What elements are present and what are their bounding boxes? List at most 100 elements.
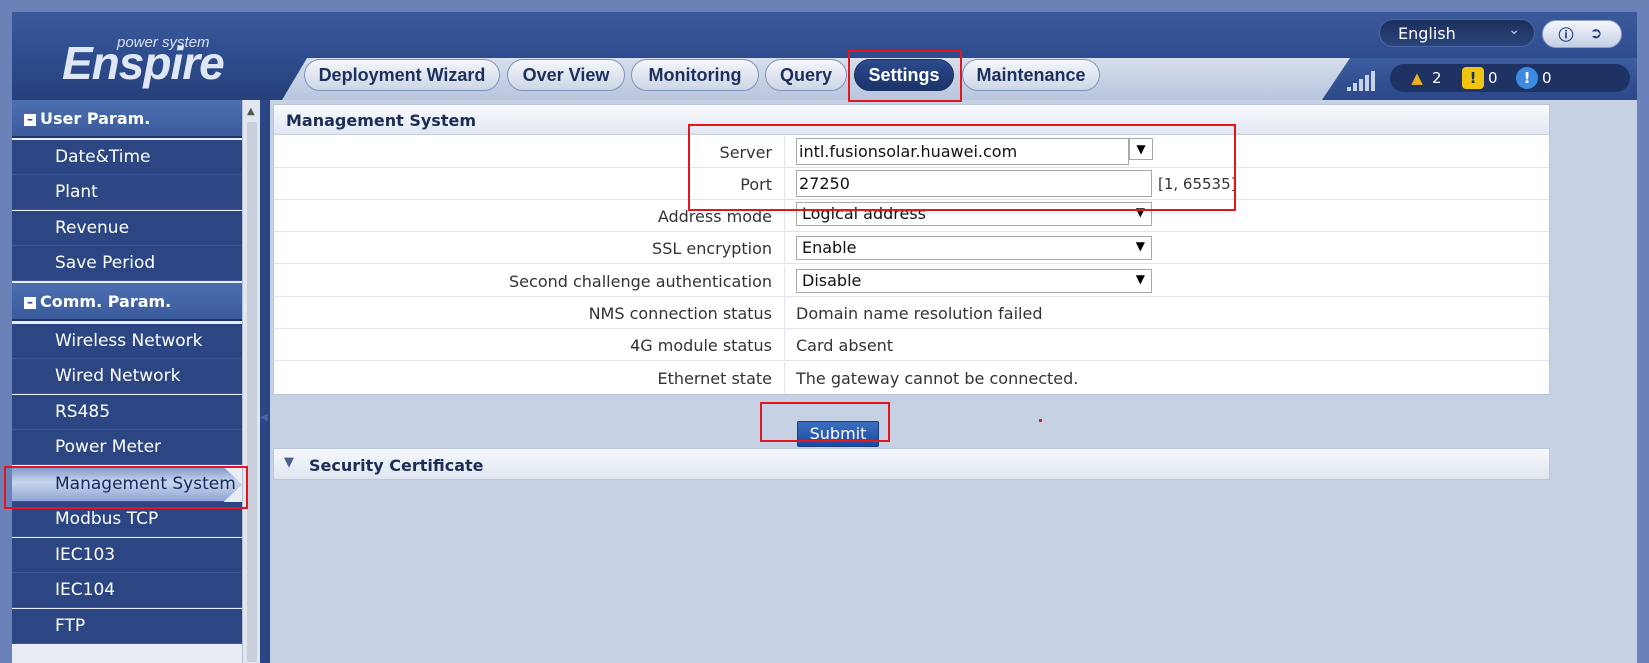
nms-label: NMS connection status bbox=[588, 304, 772, 323]
port-range: [1, 65535] bbox=[1158, 175, 1237, 193]
dropdown-arrow-icon: ▼ bbox=[1135, 205, 1145, 219]
server-dropdown-button[interactable]: ▼ bbox=[1129, 138, 1153, 160]
port-input[interactable]: 27250 bbox=[796, 170, 1152, 197]
scroll-up-icon[interactable]: ▲ bbox=[247, 106, 255, 117]
language-select[interactable]: English ⌄ bbox=[1379, 19, 1535, 47]
sidebar-item-label: Power Meter bbox=[55, 437, 162, 457]
ethernet-row: Ethernet state The gateway cannot be con… bbox=[274, 362, 1549, 394]
nms-value: Domain name resolution failed bbox=[796, 304, 1043, 323]
sidebar-item-wireless-network[interactable]: Wireless Network bbox=[12, 324, 242, 359]
sidebar-section-user-param[interactable]: – User Param. bbox=[12, 100, 242, 138]
tab-deployment-wizard[interactable]: Deployment Wizard bbox=[304, 59, 500, 91]
sidebar-item-power-meter[interactable]: Power Meter bbox=[12, 430, 242, 465]
ethernet-label: Ethernet state bbox=[657, 369, 772, 388]
sidebar-item-label: Modbus TCP bbox=[55, 509, 159, 529]
server-input[interactable]: intl.fusionsolar.huawei.com bbox=[796, 138, 1129, 165]
tab-maintenance[interactable]: Maintenance bbox=[962, 59, 1100, 91]
sidebar-item-save-period[interactable]: Save Period bbox=[12, 246, 242, 281]
tab-label: Maintenance bbox=[976, 65, 1086, 85]
tab-monitoring[interactable]: Monitoring bbox=[631, 59, 759, 91]
enspire-logo: power system Enspire bbox=[62, 28, 232, 88]
sidebar-item-label: IEC104 bbox=[55, 580, 116, 600]
section-label: Comm. Param. bbox=[40, 292, 172, 311]
top-icon-group: ⓘ ➲ bbox=[1542, 20, 1622, 48]
red-dot bbox=[1039, 419, 1042, 422]
sidebar-item-iec104[interactable]: IEC104 bbox=[12, 573, 242, 608]
security-certificate-section[interactable]: ▼​ Security Certificate bbox=[273, 448, 1550, 480]
sidebar: – User Param. Date&Time Plant Revenue Sav… bbox=[12, 100, 242, 663]
sidebar-item-modbus-tcp[interactable]: Modbus TCP bbox=[12, 502, 242, 537]
second-auth-label: Second challenge authentication bbox=[509, 272, 772, 291]
sidebar-item-label: Save Period bbox=[55, 253, 156, 273]
dropdown-arrow-icon: ▼ bbox=[1135, 272, 1145, 286]
sidebar-item-wired-network[interactable]: Wired Network bbox=[12, 359, 242, 394]
ssl-value: Enable bbox=[802, 238, 857, 257]
tab-over-view[interactable]: Over View bbox=[507, 59, 625, 91]
sidebar-section-comm-param[interactable]: – Comm. Param. bbox=[12, 283, 242, 321]
sidebar-item-label: Wireless Network bbox=[55, 331, 203, 351]
dropdown-arrow-icon: ▼ bbox=[1135, 239, 1145, 253]
sidebar-item-revenue[interactable]: Revenue bbox=[12, 211, 242, 246]
sidebar-item-management-system[interactable]: Management System bbox=[12, 467, 242, 502]
minor-alarm-count: 0 bbox=[1488, 69, 1498, 87]
tab-settings[interactable]: Settings bbox=[854, 59, 954, 91]
sidebar-item-rs485[interactable]: RS485 bbox=[12, 395, 242, 430]
submit-button[interactable]: Submit bbox=[797, 421, 879, 447]
collapse-icon: – bbox=[24, 113, 36, 126]
collapse-icon: – bbox=[24, 296, 36, 309]
info-icon[interactable]: ⓘ bbox=[1555, 24, 1577, 44]
sidebar-item-iec103[interactable]: IEC103 bbox=[12, 538, 242, 573]
chevron-down-icon: ⌄ bbox=[1508, 22, 1520, 38]
sidebar-item-ftp[interactable]: FTP bbox=[12, 609, 242, 644]
language-value: English bbox=[1398, 24, 1456, 43]
tab-label: Settings bbox=[868, 65, 940, 85]
sidebar-item-date-time[interactable]: Date&Time bbox=[12, 140, 242, 175]
section-label: User Param. bbox=[40, 109, 151, 128]
sidebar-item-plant[interactable]: Plant bbox=[12, 175, 242, 210]
port-row: Port 27250 [1, 65535] bbox=[274, 168, 1549, 200]
server-label: Server bbox=[719, 143, 772, 162]
sidebar-item-label: Revenue bbox=[55, 218, 130, 238]
exclamation-square-icon: ! bbox=[1462, 67, 1484, 89]
tab-label: Over View bbox=[522, 65, 610, 85]
main-content: Management System Server intl.fusionsola… bbox=[270, 100, 1637, 663]
address-mode-value: Logical address bbox=[802, 204, 927, 223]
sidebar-item-label: Date&Time bbox=[55, 147, 151, 167]
port-label: Port bbox=[740, 175, 772, 194]
module-row: 4G module status Card absent bbox=[274, 329, 1549, 361]
address-mode-row: Address mode Logical address ▼ bbox=[274, 200, 1549, 232]
server-row: Server intl.fusionsolar.huawei.com ▼ bbox=[274, 136, 1549, 168]
ssl-row: SSL encryption Enable ▼ bbox=[274, 232, 1549, 264]
tab-label: Deployment Wizard bbox=[318, 65, 486, 85]
sidebar-item-label: IEC103 bbox=[55, 545, 116, 565]
exclamation-circle-icon: ! bbox=[1516, 67, 1538, 89]
logo-title: Enspire bbox=[62, 37, 225, 89]
collapse-sidebar-icon[interactable]: ◀ bbox=[260, 412, 270, 512]
major-alarm-count: 2 bbox=[1432, 69, 1442, 87]
security-certificate-label: Security Certificate bbox=[309, 456, 484, 475]
sidebar-item-label: Management System bbox=[55, 474, 236, 494]
logout-icon[interactable]: ➲ bbox=[1585, 24, 1607, 44]
tab-label: Monitoring bbox=[648, 65, 742, 85]
ssl-select[interactable]: Enable ▼ bbox=[796, 236, 1152, 260]
module-label: 4G module status bbox=[630, 336, 772, 355]
warning-alarm-count: 0 bbox=[1542, 69, 1552, 87]
expand-icon: ▼​ bbox=[284, 455, 294, 470]
signal-strength-icon bbox=[1347, 69, 1383, 91]
address-mode-select[interactable]: Logical address ▼ bbox=[796, 202, 1152, 226]
second-auth-select[interactable]: Disable ▼ bbox=[796, 269, 1152, 293]
nms-row: NMS connection status Domain name resolu… bbox=[274, 297, 1549, 329]
panel-title: Management System bbox=[274, 105, 1549, 135]
warning-triangle-icon: ▲ bbox=[1411, 69, 1423, 87]
sidebar-item-label: Wired Network bbox=[55, 366, 181, 386]
management-system-panel: Management System Server intl.fusionsola… bbox=[273, 104, 1550, 395]
second-auth-row: Second challenge authentication Disable ▼ bbox=[274, 265, 1549, 297]
ethernet-value: The gateway cannot be connected. bbox=[796, 369, 1079, 388]
sidebar-scrollbar[interactable]: ▲ bbox=[242, 100, 260, 663]
second-auth-value: Disable bbox=[802, 271, 862, 290]
scrollbar-thumb[interactable] bbox=[247, 122, 257, 662]
address-mode-label: Address mode bbox=[657, 207, 772, 226]
alarm-counters[interactable]: ▲ 2 ! 0 ! 0 bbox=[1390, 64, 1630, 92]
tab-query[interactable]: Query bbox=[765, 59, 847, 91]
module-value: Card absent bbox=[796, 336, 894, 355]
